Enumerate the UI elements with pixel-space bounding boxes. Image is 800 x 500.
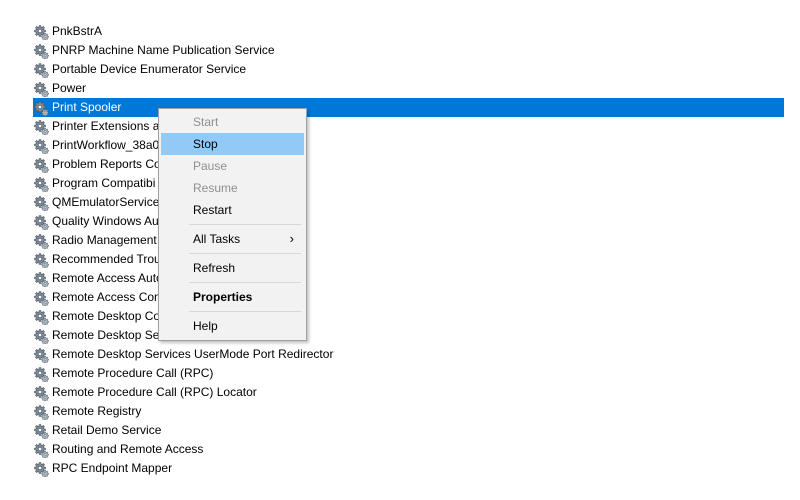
service-row[interactable]: Remote Desktop Co <box>33 307 162 326</box>
service-gear-icon <box>33 233 49 249</box>
service-row[interactable]: PNRP Machine Name Publication Service <box>33 41 277 60</box>
menu-item-resume-label: Resume <box>193 181 238 195</box>
service-row[interactable]: Remote Registry <box>33 402 143 421</box>
service-name: Remote Access Con <box>52 290 161 304</box>
service-gear-icon <box>33 100 49 116</box>
service-name: QMEmulatorService <box>52 195 160 209</box>
service-name: PnkBstrA <box>52 24 103 38</box>
menu-item-pause-label: Pause <box>193 159 228 173</box>
context-menu: Start Stop Pause Resume Restart All Task… <box>158 108 307 341</box>
service-name: RPC Endpoint Mapper <box>52 461 173 475</box>
service-gear-icon <box>33 290 49 306</box>
menu-item-all-tasks-label: All Tasks <box>193 232 241 246</box>
service-name: Remote Access Auto <box>52 271 163 285</box>
service-row[interactable]: Remote Desktop Se <box>33 326 161 345</box>
service-gear-icon <box>33 347 49 363</box>
menu-item-stop-label: Stop <box>193 137 218 151</box>
service-name: Problem Reports Co <box>52 157 161 171</box>
service-row[interactable]: Print Spooler <box>33 98 784 117</box>
service-gear-icon <box>33 81 49 97</box>
service-row[interactable]: PrintWorkflow_38a0 <box>33 136 161 155</box>
service-row[interactable]: Quality Windows Au <box>33 212 161 231</box>
service-row[interactable]: Remote Procedure Call (RPC) Locator <box>33 383 259 402</box>
menu-item-start: Start <box>161 111 304 133</box>
service-gear-icon <box>33 157 49 173</box>
service-row[interactable]: Printer Extensions ar <box>33 117 165 136</box>
menu-item-resume: Resume <box>161 177 304 199</box>
service-row[interactable]: Program Compatibi <box>33 174 157 193</box>
service-gear-icon <box>33 271 49 287</box>
service-name: PrintWorkflow_38a0 <box>52 138 160 152</box>
menu-item-help-label: Help <box>193 319 218 333</box>
service-gear-icon <box>33 195 49 211</box>
service-gear-icon <box>33 176 49 192</box>
service-gear-icon <box>33 442 49 458</box>
service-name: Remote Procedure Call (RPC) Locator <box>52 385 257 399</box>
menu-separator <box>189 282 301 283</box>
menu-item-pause: Pause <box>161 155 304 177</box>
menu-separator <box>189 224 301 225</box>
service-gear-icon <box>33 119 49 135</box>
service-row[interactable]: Remote Procedure Call (RPC) <box>33 364 215 383</box>
service-name: PNRP Machine Name Publication Service <box>52 43 275 57</box>
service-row[interactable]: Retail Demo Service <box>33 421 163 440</box>
service-gear-icon <box>33 309 49 325</box>
menu-item-refresh[interactable]: Refresh <box>161 257 304 279</box>
service-row[interactable]: Remote Access Con <box>33 288 163 307</box>
service-name: Print Spooler <box>52 100 122 114</box>
menu-separator <box>189 253 301 254</box>
service-name: Retail Demo Service <box>52 423 162 437</box>
service-name: Program Compatibi <box>52 176 156 190</box>
service-gear-icon <box>33 62 49 78</box>
service-name: Power <box>52 81 87 95</box>
menu-item-stop[interactable]: Stop <box>161 133 304 155</box>
service-row[interactable]: PnkBstrA <box>33 22 104 41</box>
service-gear-icon <box>33 252 49 268</box>
service-row[interactable]: Portable Device Enumerator Service <box>33 60 248 79</box>
service-row[interactable]: Remote Access Auto <box>33 269 165 288</box>
menu-item-help[interactable]: Help <box>161 315 304 337</box>
service-name: Printer Extensions ar <box>52 119 164 133</box>
service-name: Remote Registry <box>52 404 142 418</box>
service-name: Radio Management <box>52 233 157 247</box>
service-gear-icon <box>33 385 49 401</box>
service-gear-icon <box>33 328 49 344</box>
service-gear-icon <box>33 138 49 154</box>
service-name: Recommended Trou <box>52 252 161 266</box>
service-row[interactable]: Routing and Remote Access <box>33 440 205 459</box>
service-row[interactable]: RPC Endpoint Mapper <box>33 459 174 478</box>
menu-item-properties[interactable]: Properties <box>161 286 304 308</box>
service-row[interactable]: Problem Reports Co <box>33 155 163 174</box>
service-name: Routing and Remote Access <box>52 442 204 456</box>
service-row[interactable]: Remote Desktop Services UserMode Port Re… <box>33 345 335 364</box>
service-name: Remote Desktop Se <box>52 328 160 342</box>
menu-item-all-tasks[interactable]: All Tasks › <box>161 228 304 250</box>
service-row[interactable]: Recommended Trou <box>33 250 163 269</box>
service-name: Remote Desktop Co <box>52 309 161 323</box>
menu-separator <box>189 311 301 312</box>
service-gear-icon <box>33 404 49 420</box>
menu-item-start-label: Start <box>193 115 219 129</box>
service-gear-icon <box>33 423 49 439</box>
service-gear-icon <box>33 43 49 59</box>
menu-item-restart-label: Restart <box>193 203 232 217</box>
service-gear-icon <box>33 366 49 382</box>
service-row[interactable]: Power <box>33 79 88 98</box>
service-gear-icon <box>33 461 49 477</box>
service-row[interactable]: QMEmulatorService <box>33 193 161 212</box>
menu-item-properties-label: Properties <box>193 290 253 304</box>
chevron-right-icon: › <box>289 231 294 246</box>
service-row[interactable]: Radio Management <box>33 231 159 250</box>
menu-item-refresh-label: Refresh <box>193 261 236 275</box>
service-name: Remote Desktop Services UserMode Port Re… <box>52 347 334 361</box>
service-name: Quality Windows Au <box>52 214 159 228</box>
service-gear-icon <box>33 24 49 40</box>
service-gear-icon <box>33 214 49 230</box>
menu-item-restart[interactable]: Restart <box>161 199 304 221</box>
service-name: Remote Procedure Call (RPC) <box>52 366 214 380</box>
service-name: Portable Device Enumerator Service <box>52 62 247 76</box>
